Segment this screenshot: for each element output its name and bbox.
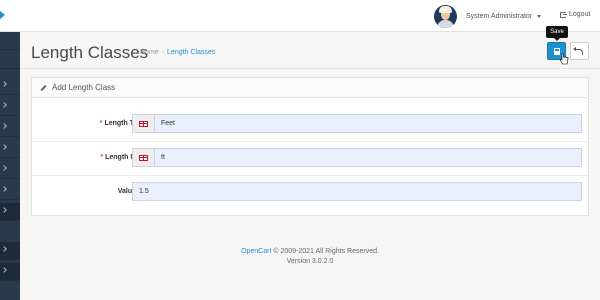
form-row-value: Value? bbox=[32, 176, 588, 210]
sidebar-item[interactable] bbox=[0, 51, 20, 69]
sidebar bbox=[0, 32, 20, 300]
sidebar-item[interactable] bbox=[0, 77, 20, 95]
footer: OpenCart © 2009-2021 All Rights Reserved… bbox=[20, 247, 600, 267]
chevron-right-icon bbox=[1, 81, 7, 87]
chevron-right-icon bbox=[1, 102, 7, 108]
sidebar-item[interactable] bbox=[0, 182, 20, 200]
length-unit-input-group bbox=[132, 148, 582, 167]
header-divider bbox=[20, 68, 600, 69]
chevron-right-icon bbox=[1, 207, 7, 213]
chevron-right-icon bbox=[1, 165, 7, 171]
save-tooltip: Save bbox=[546, 26, 568, 41]
version-text: Version 3.0.2.0 bbox=[286, 258, 334, 265]
logout-link[interactable]: Logout bbox=[560, 11, 590, 18]
breadcrumb-home[interactable]: Home bbox=[140, 49, 159, 56]
form-panel: Add Length Class *Length Title *Length U… bbox=[31, 77, 589, 216]
chevron-right-icon bbox=[1, 246, 7, 252]
value-input-group bbox=[132, 182, 582, 201]
sidebar-item[interactable] bbox=[0, 203, 20, 221]
hand-pointer-icon bbox=[559, 53, 569, 65]
uk-flag-icon bbox=[139, 154, 148, 161]
avatar bbox=[434, 4, 457, 28]
chevron-right-icon bbox=[1, 267, 7, 273]
sidebar-item[interactable] bbox=[0, 32, 20, 50]
value-input[interactable] bbox=[132, 182, 582, 201]
chevron-right-icon bbox=[1, 186, 7, 192]
copyright-text: © 2009-2021 All Rights Reserved. bbox=[273, 248, 379, 255]
sidebar-item[interactable] bbox=[0, 140, 20, 158]
sidebar-item[interactable] bbox=[0, 263, 20, 281]
form-row-length-title: * Length Title bbox=[32, 108, 588, 142]
reply-arrow-icon bbox=[573, 46, 583, 55]
language-addon bbox=[132, 114, 154, 133]
length-title-input-group bbox=[132, 114, 582, 133]
sidebar-item[interactable] bbox=[0, 98, 20, 116]
sidebar-item[interactable] bbox=[0, 161, 20, 179]
length-title-input[interactable] bbox=[154, 114, 582, 133]
chevron-right-icon bbox=[1, 144, 7, 150]
chevron-right-icon bbox=[1, 123, 7, 129]
user-name: System Administrator bbox=[466, 12, 533, 20]
top-header: System Administrator Logout bbox=[0, 0, 600, 32]
page-title: Length Classes bbox=[31, 43, 149, 62]
caret-down-icon bbox=[537, 14, 542, 18]
breadcrumb-length-classes[interactable]: Length Classes bbox=[167, 49, 215, 56]
sidebar-item[interactable] bbox=[0, 119, 20, 137]
user-menu[interactable]: System Administrator bbox=[434, 4, 542, 28]
uk-flag-icon bbox=[139, 120, 148, 127]
language-addon bbox=[132, 148, 154, 167]
back-button[interactable] bbox=[570, 42, 589, 60]
sign-out-icon bbox=[560, 11, 567, 18]
sidebar-item[interactable] bbox=[0, 242, 20, 260]
panel-title: Add Length Class bbox=[52, 83, 116, 92]
opencart-link[interactable]: OpenCart bbox=[241, 248, 271, 255]
length-unit-input[interactable] bbox=[154, 148, 582, 167]
form-row-length-unit: * Length Unit bbox=[32, 142, 588, 176]
breadcrumb-separator: › bbox=[161, 49, 165, 56]
logout-label: Logout bbox=[569, 11, 591, 18]
menu-toggle-icon[interactable] bbox=[0, 11, 5, 19]
breadcrumb: Home › Length Classes bbox=[140, 49, 215, 56]
panel-heading: Add Length Class bbox=[32, 78, 588, 98]
pencil-icon bbox=[40, 84, 47, 91]
